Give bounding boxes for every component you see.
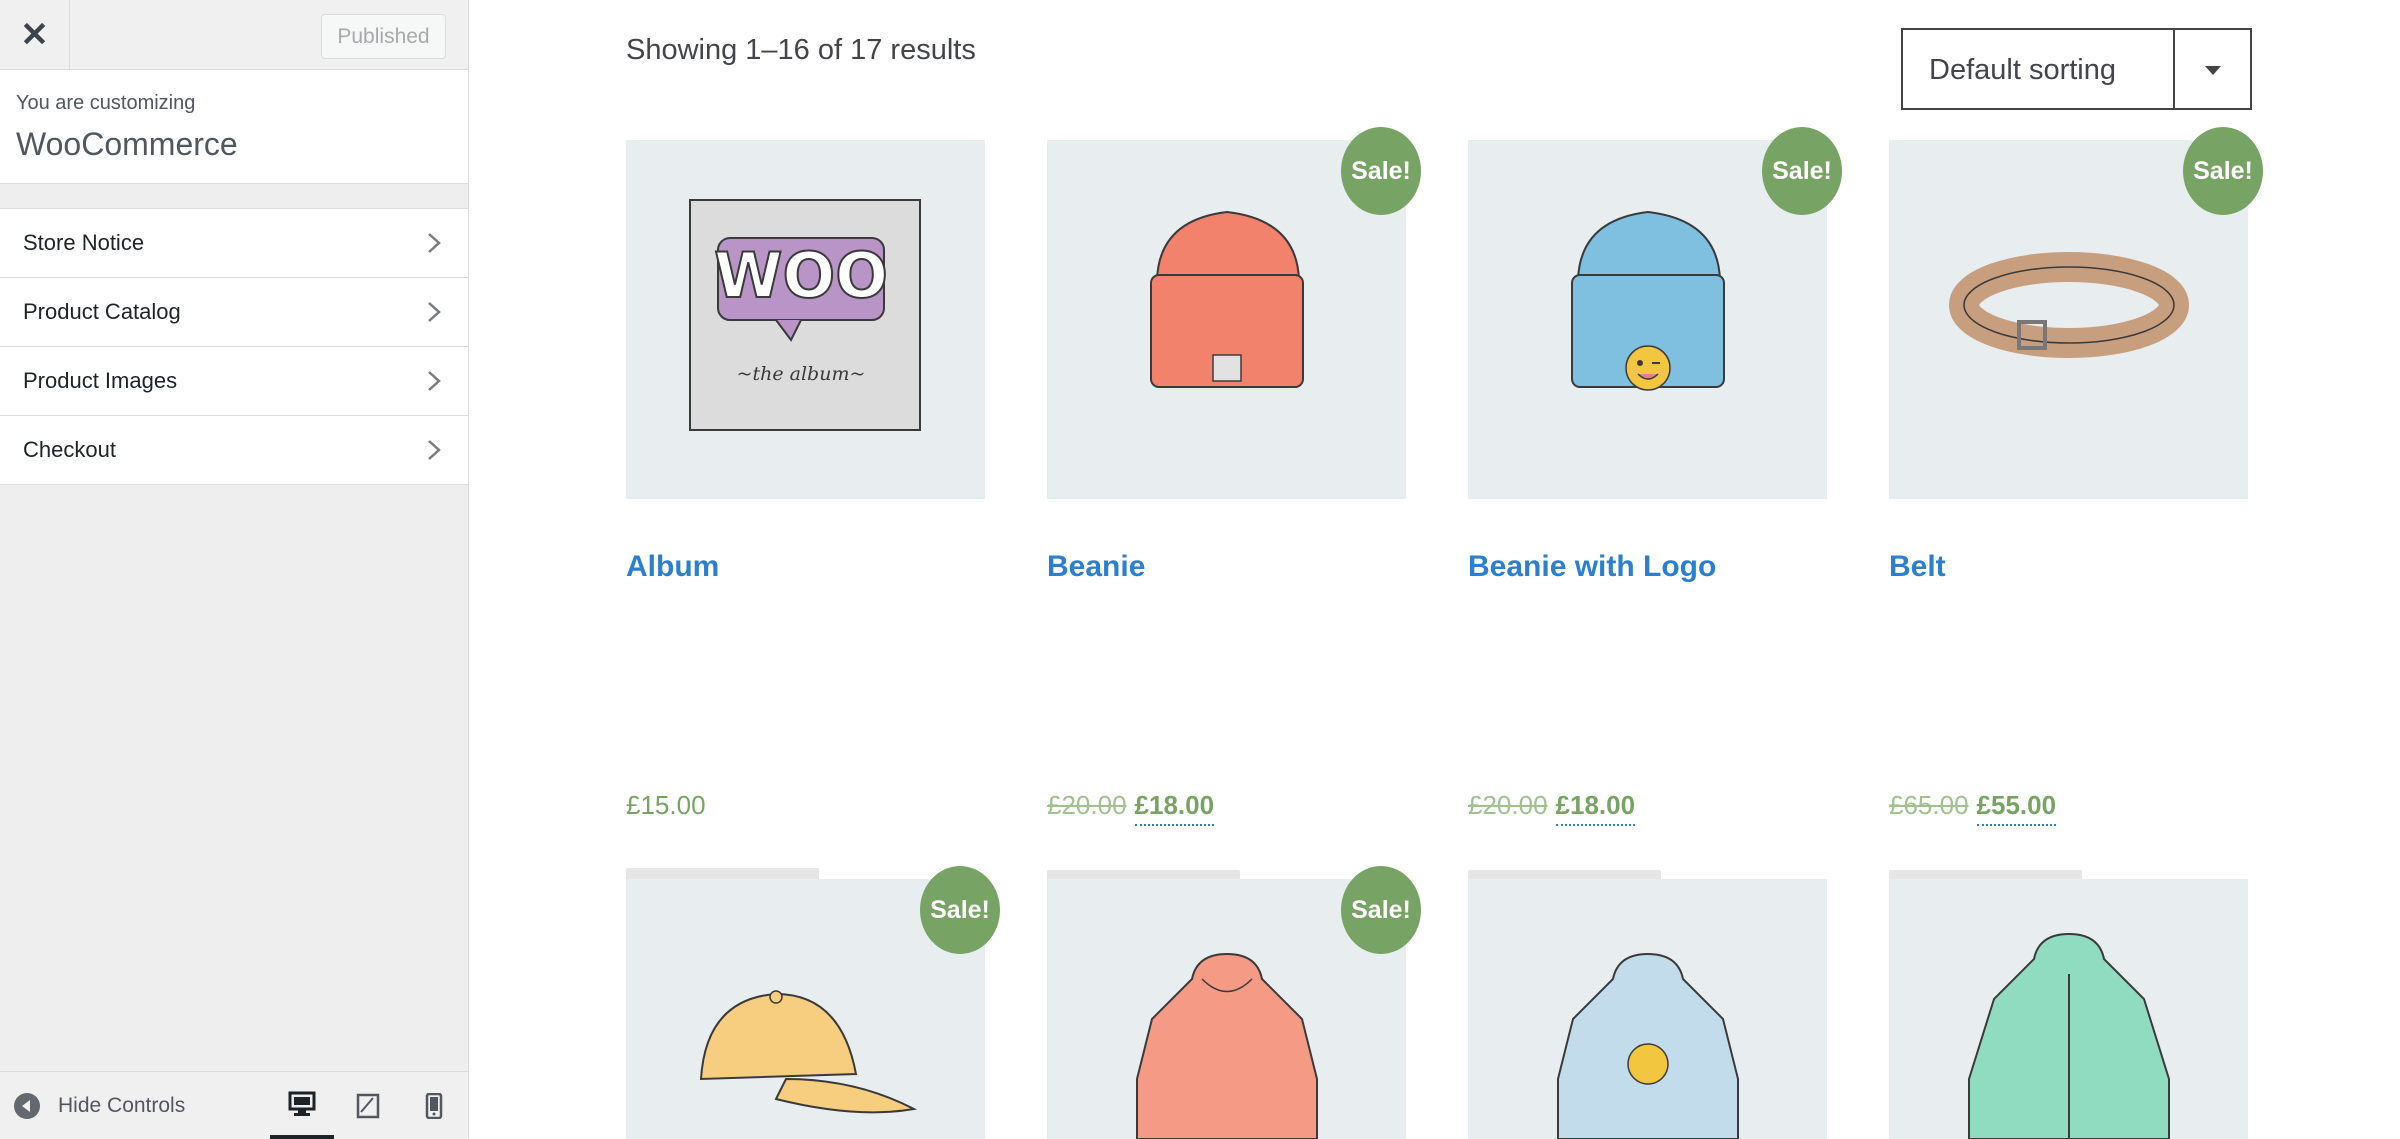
close-icon: ✕ bbox=[20, 15, 49, 54]
section-product-catalog[interactable]: Product Catalog bbox=[0, 278, 468, 347]
product-price: £65.00 £55.00 bbox=[1889, 790, 2057, 826]
close-customizer-button[interactable]: ✕ bbox=[0, 0, 70, 69]
section-label: Product Images bbox=[23, 368, 178, 393]
preview-tablet-button[interactable] bbox=[336, 1072, 400, 1139]
album-illustration: WOO ~the album~ bbox=[689, 199, 921, 431]
product-title[interactable]: Beanie bbox=[1047, 550, 1145, 584]
product-card: WOO ~the album~ Album £15.00 Add to cart bbox=[626, 140, 985, 932]
customizing-label: You are customizing bbox=[16, 92, 196, 114]
tablet-icon bbox=[356, 1093, 380, 1118]
section-label: Product Catalog bbox=[23, 299, 181, 324]
sale-badge: Sale! bbox=[920, 866, 1000, 954]
hoodie-with-zipper-illustration bbox=[1968, 932, 2170, 1139]
old-price: £65.00 bbox=[1889, 790, 1969, 820]
product-title[interactable]: Beanie with Logo bbox=[1468, 550, 1716, 584]
preview-desktop-button[interactable] bbox=[270, 1072, 334, 1139]
customizer-sections: Store Notice Product Catalog Product Ima… bbox=[0, 208, 468, 485]
customizer-info: You are customizing WooCommerce bbox=[0, 70, 468, 184]
hoodie-with-logo-illustration bbox=[1557, 952, 1739, 1139]
sorting-select[interactable]: Default sorting bbox=[1901, 28, 2252, 110]
sale-badge: Sale! bbox=[1341, 127, 1421, 215]
product-title[interactable]: Album bbox=[626, 550, 719, 584]
sorting-value: Default sorting bbox=[1929, 54, 2116, 86]
hide-controls-button[interactable]: Hide Controls bbox=[14, 1072, 185, 1139]
sale-badge: Sale! bbox=[1341, 866, 1421, 954]
product-card: Sale! bbox=[1047, 866, 1421, 1139]
svg-text:~the album~: ~the album~ bbox=[737, 363, 866, 385]
old-price: £20.00 bbox=[1047, 790, 1127, 820]
current-price: £15.00 bbox=[626, 790, 706, 820]
customizing-panel-title: WooCommerce bbox=[16, 126, 238, 162]
select-divider bbox=[2173, 30, 2175, 108]
section-label: Checkout bbox=[23, 437, 116, 462]
chevron-right-icon bbox=[428, 233, 441, 253]
mobile-icon bbox=[425, 1092, 443, 1119]
collapse-arrow-icon bbox=[14, 1092, 40, 1119]
preview-mobile-button[interactable] bbox=[402, 1072, 466, 1139]
product-card: Sale! Beanie £20.00£18.00 Add to cart bbox=[1047, 127, 1421, 934]
section-product-images[interactable]: Product Images bbox=[0, 347, 468, 416]
section-store-notice[interactable]: Store Notice bbox=[0, 209, 468, 278]
desktop-icon bbox=[288, 1091, 316, 1116]
site-preview: Showing 1–16 of 17 results Default sorti… bbox=[469, 0, 2400, 1139]
sale-badge: Sale! bbox=[2183, 127, 2263, 215]
product-card bbox=[1889, 879, 2248, 1139]
product-title[interactable]: Belt bbox=[1889, 550, 1946, 584]
customizer-header: ✕ Published bbox=[0, 0, 468, 70]
old-price: £20.00 bbox=[1468, 790, 1548, 820]
product-image[interactable] bbox=[1468, 879, 1827, 1139]
product-image[interactable]: WOO ~the album~ bbox=[626, 140, 985, 499]
current-price: £55.00 bbox=[1976, 790, 2057, 826]
product-price: £20.00 £18.00 bbox=[1468, 790, 1636, 826]
product-card: Sale! bbox=[626, 866, 1000, 1139]
product-image[interactable] bbox=[1889, 879, 2248, 1139]
hide-controls-label: Hide Controls bbox=[58, 1093, 186, 1117]
chevron-right-icon bbox=[428, 302, 441, 322]
published-button[interactable]: Published bbox=[321, 14, 446, 59]
product-price: £15.00 bbox=[626, 790, 706, 821]
section-checkout[interactable]: Checkout bbox=[0, 416, 468, 485]
current-price: £18.00 bbox=[1134, 790, 1215, 826]
svg-text:WOO: WOO bbox=[714, 239, 888, 312]
customizer-sidebar: ✕ Published You are customizing WooComme… bbox=[0, 0, 469, 1139]
product-card: Sale! Belt £65.00£55.00 Add to cart bbox=[1889, 127, 2263, 934]
current-price: £18.00 bbox=[1555, 790, 1636, 826]
result-count: Showing 1–16 of 17 results bbox=[626, 34, 976, 66]
chevron-right-icon bbox=[428, 440, 441, 460]
section-label: Store Notice bbox=[23, 230, 145, 255]
product-card: Sale! Beanie with Logo £20.00£18.00 Add … bbox=[1468, 127, 1842, 934]
product-card bbox=[1468, 879, 1827, 1139]
sale-badge: Sale! bbox=[1762, 127, 1842, 215]
caret-down-icon bbox=[2205, 66, 2221, 75]
product-price: £20.00 £18.00 bbox=[1047, 790, 1215, 826]
customizer-footer: Hide Controls bbox=[0, 1071, 468, 1139]
chevron-right-icon bbox=[428, 371, 441, 391]
